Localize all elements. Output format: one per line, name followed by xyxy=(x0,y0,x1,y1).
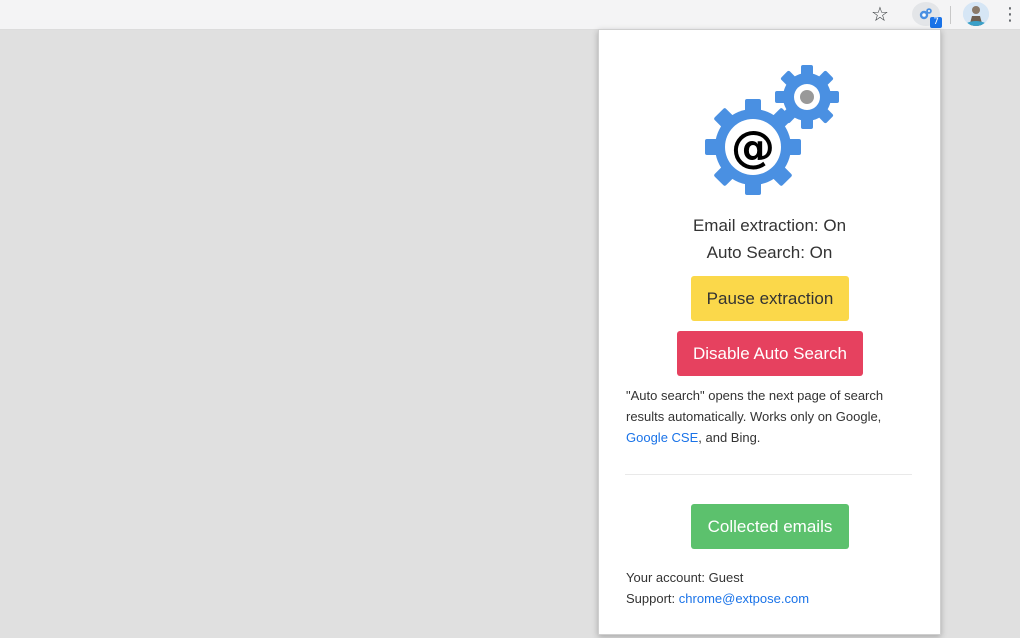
divider xyxy=(625,474,912,475)
email-extraction-status: Email extraction: On xyxy=(692,216,847,235)
profile-avatar-icon[interactable] xyxy=(963,2,989,26)
description-text: "Auto search" opens the next page of sea… xyxy=(626,388,884,424)
auto-search-status: Auto Search: On xyxy=(706,243,833,262)
description-text-after: , and Bing. xyxy=(698,430,761,445)
email-gears-logo: @ xyxy=(705,65,839,195)
disable-auto-search-button[interactable]: Disable Auto Search xyxy=(677,331,863,376)
bookmark-star-icon[interactable]: ☆ xyxy=(868,2,892,26)
google-cse-link[interactable]: Google CSE xyxy=(626,430,698,445)
kebab-menu-icon[interactable]: ⋮ xyxy=(1001,2,1019,26)
auto-search-description: "Auto search" opens the next page of sea… xyxy=(626,385,921,448)
support-info: Support: chrome@extpose.com xyxy=(626,588,809,609)
collected-emails-button[interactable]: Collected emails xyxy=(691,504,849,549)
avatar-image xyxy=(963,2,989,26)
browser-toolbar: ☆ 7 ⋮ xyxy=(0,0,1020,30)
account-info: Your account: Guest xyxy=(626,570,744,585)
toolbar-separator xyxy=(950,6,951,24)
extension-popup: @ Email extraction: On Auto Search: On P… xyxy=(598,29,941,635)
extension-badge: 7 xyxy=(930,17,942,28)
pause-extraction-button[interactable]: Pause extraction xyxy=(691,276,849,321)
support-label: Support: xyxy=(626,591,676,606)
support-email-link[interactable]: chrome@extpose.com xyxy=(679,591,809,606)
extension-button[interactable]: 7 xyxy=(912,2,942,28)
svg-text:@: @ xyxy=(731,122,775,173)
